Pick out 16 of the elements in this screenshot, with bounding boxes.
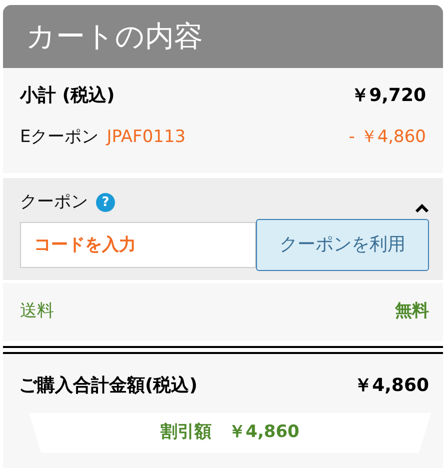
- shipping-value: 無料: [395, 300, 429, 324]
- coupon-discount-value: - ￥4,860: [348, 126, 426, 149]
- discount-amount: 割引額 ￥4,860: [160, 421, 300, 444]
- subtotal-label: 小計 (税込): [20, 84, 115, 108]
- apply-coupon-button[interactable]: クーポンを利用: [256, 218, 429, 270]
- coupon-code-field[interactable]: コードを入力: [20, 222, 256, 268]
- help-icon: ?: [96, 193, 115, 212]
- total-label: ご購入合計金額(税込): [19, 374, 198, 398]
- chevron-up-icon[interactable]: [415, 204, 429, 214]
- total-value: ￥4,860: [354, 374, 429, 398]
- shipping-label: 送料: [20, 300, 54, 324]
- coupon-code: JPAF0113: [106, 126, 186, 149]
- coupon-label: Eクーポン: [20, 126, 99, 149]
- subtotal-value: ￥9,720: [351, 84, 426, 108]
- cart-title: カートの内容: [26, 18, 203, 55]
- coupon-heading: クーポン: [20, 191, 88, 214]
